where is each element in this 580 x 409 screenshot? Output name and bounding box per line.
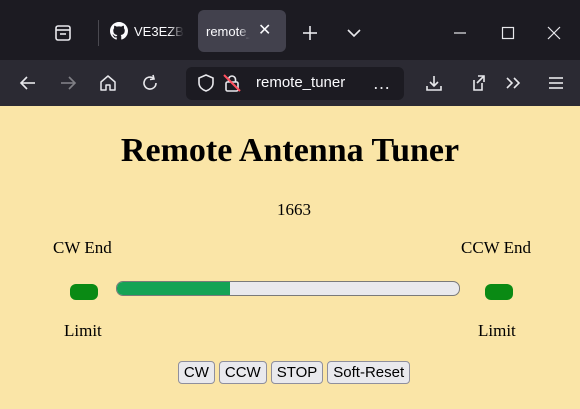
firefox-view-icon[interactable] [50,20,76,46]
ccw-limit-indicator [485,284,513,300]
ccw-button[interactable]: CCW [218,361,267,384]
minimize-icon[interactable] [446,20,474,46]
reload-icon[interactable] [136,70,164,96]
cw-limit-indicator [70,284,98,300]
cw-limit-label: Limit [64,321,102,340]
url-text[interactable]: remote_tuner [256,74,345,91]
page-title: Remote Antenna Tuner [120,132,460,169]
stop-button[interactable]: STOP [270,361,324,384]
share-icon[interactable] [463,70,491,96]
back-arrow-icon[interactable] [14,70,42,96]
download-icon[interactable] [420,70,448,96]
address-bar[interactable]: remote_tuner … [186,67,404,100]
progress-fill [117,282,230,295]
tab-label: VE3EZB [134,23,184,39]
tab-label: remote_tuner [206,23,250,39]
maximize-icon[interactable] [494,20,522,46]
cw-end-label: CW End [53,238,112,257]
tab-separator [98,20,99,46]
insecure-lock-icon[interactable] [220,71,244,95]
cw-button[interactable]: CW [177,361,215,384]
position-progress-bar [116,281,460,296]
shield-icon[interactable] [194,71,218,95]
browser-window: VE3EZB remote_tuner ✕ [0,0,580,409]
tab-remote-tuner[interactable]: remote_tuner ✕ [198,10,286,52]
position-readout: 1663 [277,200,311,219]
window-close-icon[interactable] [540,20,568,46]
new-tab-icon[interactable] [296,20,324,46]
github-icon [110,22,128,40]
overflow-chevron-icon[interactable] [500,70,528,96]
home-icon[interactable] [94,70,122,96]
page-content: Remote Antenna Tuner 1663 CW End CCW End… [0,106,580,409]
ccw-end-label: CCW End [461,238,532,257]
tab-strip: VE3EZB remote_tuner ✕ [0,0,580,60]
control-buttons: CW CCW STOP Soft-Reset [0,361,580,384]
ccw-limit-label: Limit [478,321,516,340]
tab-ve3ezb[interactable]: VE3EZB [110,10,192,52]
close-tab-icon[interactable]: ✕ [258,23,271,39]
page-actions-icon[interactable]: … [368,71,396,95]
chevron-down-icon[interactable] [340,20,368,46]
nav-toolbar: remote_tuner … [0,60,580,106]
soft-reset-button[interactable]: Soft-Reset [327,361,411,384]
hamburger-menu-icon[interactable] [542,70,570,96]
forward-arrow-icon[interactable] [54,70,82,96]
